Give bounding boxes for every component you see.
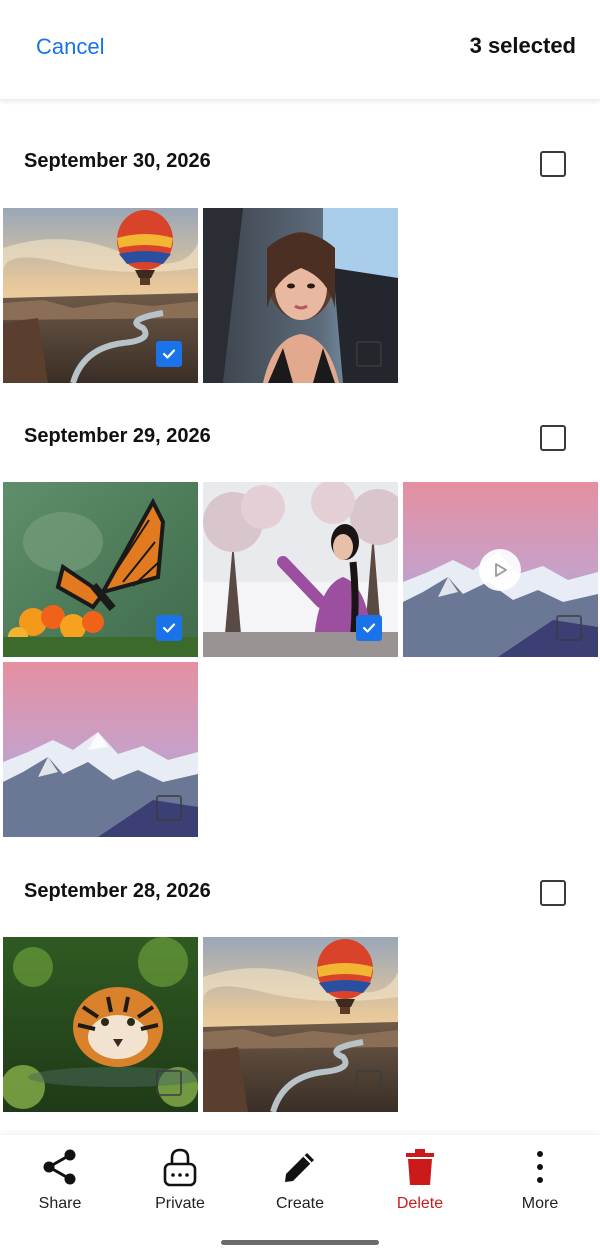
photo-thumbnail[interactable]: [3, 937, 198, 1112]
more-button[interactable]: More: [480, 1135, 600, 1225]
photo-thumbnail[interactable]: [203, 482, 398, 657]
cancel-button[interactable]: Cancel: [36, 34, 104, 60]
share-icon: [43, 1149, 76, 1185]
lock-icon: [163, 1148, 197, 1187]
photo-checkbox[interactable]: [156, 341, 182, 367]
trash-icon: [406, 1149, 434, 1185]
more-vertical-icon: [537, 1151, 543, 1183]
photo-checkbox[interactable]: [156, 615, 182, 641]
photo-thumbnail[interactable]: [3, 208, 198, 383]
create-label: Create: [275, 1195, 325, 1212]
share-label: Share: [38, 1195, 82, 1212]
checkmark-icon: [362, 623, 376, 633]
photo-checkbox[interactable]: [556, 615, 582, 641]
photo-thumbnail[interactable]: [3, 482, 198, 657]
selection-header: Cancel 3 selected: [0, 0, 600, 100]
photo-checkbox[interactable]: [356, 1070, 382, 1096]
section-date-title: September 29, 2026: [24, 425, 211, 447]
checkmark-icon: [162, 349, 176, 359]
home-indicator: [221, 1240, 379, 1245]
section-select-checkbox[interactable]: [540, 880, 566, 906]
play-icon[interactable]: [479, 549, 521, 591]
private-label: Private: [155, 1195, 205, 1212]
share-button[interactable]: Share: [0, 1135, 120, 1225]
section-date-title: September 28, 2026: [24, 880, 211, 902]
create-button[interactable]: Create: [240, 1135, 360, 1225]
pencil-icon: [285, 1153, 314, 1182]
photo-thumbnail[interactable]: [203, 937, 398, 1112]
delete-button[interactable]: Delete: [360, 1135, 480, 1225]
section-select-checkbox[interactable]: [540, 425, 566, 451]
video-thumbnail[interactable]: [403, 482, 598, 657]
delete-label: Delete: [396, 1195, 444, 1212]
photo-checkbox[interactable]: [156, 1070, 182, 1096]
checkmark-icon: [162, 623, 176, 633]
section-select-checkbox[interactable]: [540, 151, 566, 177]
photo-thumbnail[interactable]: [203, 208, 398, 383]
more-label: More: [521, 1195, 559, 1212]
photo-thumbnail[interactable]: [3, 662, 198, 837]
photo-checkbox[interactable]: [156, 795, 182, 821]
selection-count: 3 selected: [469, 33, 576, 58]
section-date-title: September 30, 2026: [24, 150, 211, 172]
photo-checkbox[interactable]: [356, 615, 382, 641]
photo-checkbox[interactable]: [356, 341, 382, 367]
private-button[interactable]: Private: [120, 1135, 240, 1225]
